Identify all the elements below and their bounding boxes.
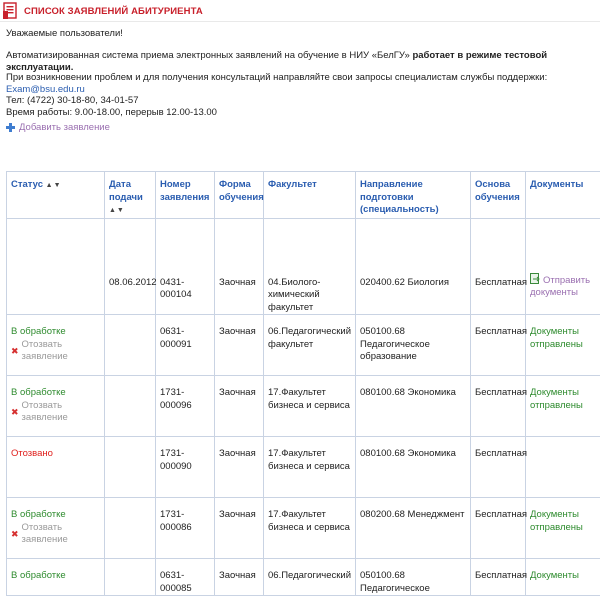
form-cell: Заочная	[215, 437, 264, 498]
documents-cell: Документы отправлены	[526, 315, 600, 376]
faculty-cell: 17.Факультет бизнеса и сервиса	[264, 498, 356, 559]
number-cell: 0431-000104	[156, 218, 215, 315]
faculty-cell: 17.Факультет бизнеса и сервиса	[264, 376, 356, 437]
system-notice-text: Автоматизированная система приема электр…	[6, 50, 412, 61]
page-header: СПИСОК ЗАЯВЛЕНИЙ АБИТУРИЕНТА	[0, 0, 600, 22]
basis-cell: Бесплатная	[471, 376, 526, 437]
support-text: При возникновении проблем и для получени…	[6, 72, 547, 84]
date-cell	[105, 315, 156, 376]
form-cell: Заочная	[215, 315, 264, 376]
table-row: В обработке ✖Отозвать заявление 1731-000…	[7, 498, 600, 559]
number-cell: 1731-000090	[156, 437, 215, 498]
support-email-link[interactable]: Exam@bsu.edu.ru	[6, 84, 547, 96]
basis-cell: Бесплатная	[471, 498, 526, 559]
col-direction[interactable]: Направление подготовки (специальность)	[356, 172, 471, 219]
basis-cell: Бесплатная	[471, 315, 526, 376]
direction-cell: 020400.62 Биология	[356, 218, 471, 315]
number-cell: 1731-000086	[156, 498, 215, 559]
system-notice: Автоматизированная система приема электр…	[6, 50, 596, 73]
documents-cell: Отправить документы	[526, 218, 600, 315]
status-processing: В обработке	[11, 570, 100, 583]
number-cell: 0631-000091	[156, 315, 215, 376]
form-cell: Заочная	[215, 376, 264, 437]
sort-arrows-icon[interactable]: ▲▼	[109, 207, 125, 214]
status-revoked: Отозвано	[11, 448, 100, 461]
support-info: При возникновении проблем и для получени…	[6, 72, 547, 118]
col-faculty[interactable]: Факультет	[264, 172, 356, 219]
faculty-cell: 06.Педагогический факультет	[264, 315, 356, 376]
form-cell: Заочная	[215, 498, 264, 559]
direction-cell: 050100.68 Педагогическое образование	[356, 315, 471, 376]
document-list-icon	[3, 2, 18, 19]
documents-cell: Документы отправлены	[526, 376, 600, 437]
direction-cell: 080200.68 Менеджмент	[356, 498, 471, 559]
status-cell: Отозвано	[7, 437, 105, 498]
basis-cell: Бесплатная	[471, 437, 526, 498]
table-row: 08.06.2012 0431-000104 Заочная 04.Биолог…	[7, 218, 600, 315]
applications-table: Статус ▲▼ Дата подачи▲▼ Номер заявления …	[6, 171, 600, 596]
number-cell: 1731-000096	[156, 376, 215, 437]
col-form[interactable]: Форма обучения	[215, 172, 264, 219]
table-header-row: Статус ▲▼ Дата подачи▲▼ Номер заявления …	[7, 172, 600, 219]
greeting-text: Уважаемые пользователи!	[6, 28, 123, 40]
date-cell: 08.06.2012	[105, 218, 156, 315]
revoke-application-link[interactable]: ✖Отозвать заявление	[11, 400, 100, 425]
faculty-cell: 06.Педагогический	[264, 559, 356, 596]
support-phone: Тел: (4722) 30-18-80, 34-01-57	[6, 95, 547, 107]
sort-arrows-icon[interactable]: ▲▼	[46, 182, 62, 189]
col-documents[interactable]: Документы	[526, 172, 600, 219]
table-row: В обработке ✖Отозвать заявление 0631-000…	[7, 315, 600, 376]
date-cell	[105, 376, 156, 437]
col-date[interactable]: Дата подачи▲▼	[105, 172, 156, 219]
add-application-button[interactable]: Добавить заявление	[6, 122, 110, 134]
status-cell: В обработке ✖Отозвать заявление	[7, 315, 105, 376]
documents-cell: Документы	[526, 559, 600, 596]
status-cell: В обработке	[7, 559, 105, 596]
date-cell	[105, 437, 156, 498]
documents-cell	[526, 437, 600, 498]
page-title: СПИСОК ЗАЯВЛЕНИЙ АБИТУРИЕНТА	[24, 6, 203, 17]
faculty-cell: 04.Биолого-химический факультет	[264, 218, 356, 315]
direction-cell: 080100.68 Экономика	[356, 437, 471, 498]
basis-cell: Бесплатная	[471, 218, 526, 315]
send-documents-icon	[530, 273, 540, 285]
documents-cell: Документы отправлены	[526, 498, 600, 559]
status-processing: В обработке	[11, 387, 100, 400]
col-number[interactable]: Номер заявления	[156, 172, 215, 219]
send-documents-link[interactable]: Отправить документы	[530, 275, 590, 299]
direction-cell: 080100.68 Экономика	[356, 376, 471, 437]
status-cell: В обработке ✖Отозвать заявление	[7, 376, 105, 437]
number-cell: 0631-000085	[156, 559, 215, 596]
close-icon: ✖	[11, 345, 19, 358]
direction-cell: 050100.68 Педагогическое	[356, 559, 471, 596]
table-row: Отозвано 1731-000090 Заочная 17.Факульте…	[7, 437, 600, 498]
col-basis[interactable]: Основа обучения	[471, 172, 526, 219]
basis-cell: Бесплатная	[471, 559, 526, 596]
status-cell: В обработке ✖Отозвать заявление	[7, 498, 105, 559]
revoke-application-link[interactable]: ✖Отозвать заявление	[11, 522, 100, 547]
status-cell	[7, 218, 105, 315]
form-cell: Заочная	[215, 559, 264, 596]
close-icon: ✖	[11, 528, 19, 541]
col-status[interactable]: Статус ▲▼	[7, 172, 105, 219]
close-icon: ✖	[11, 406, 19, 419]
add-application-label: Добавить заявление	[19, 122, 110, 134]
status-processing: В обработке	[11, 509, 100, 522]
date-cell	[105, 559, 156, 596]
status-processing: В обработке	[11, 326, 100, 339]
faculty-cell: 17.Факультет бизнеса и сервиса	[264, 437, 356, 498]
plus-icon	[6, 123, 15, 132]
support-hours: Время работы: 9.00-18.00, перерыв 12.00-…	[6, 107, 547, 119]
date-cell	[105, 498, 156, 559]
revoke-application-link[interactable]: ✖Отозвать заявление	[11, 339, 100, 364]
table-row: В обработке 0631-000085 Заочная 06.Педаг…	[7, 559, 600, 596]
table-row: В обработке ✖Отозвать заявление 1731-000…	[7, 376, 600, 437]
form-cell: Заочная	[215, 218, 264, 315]
